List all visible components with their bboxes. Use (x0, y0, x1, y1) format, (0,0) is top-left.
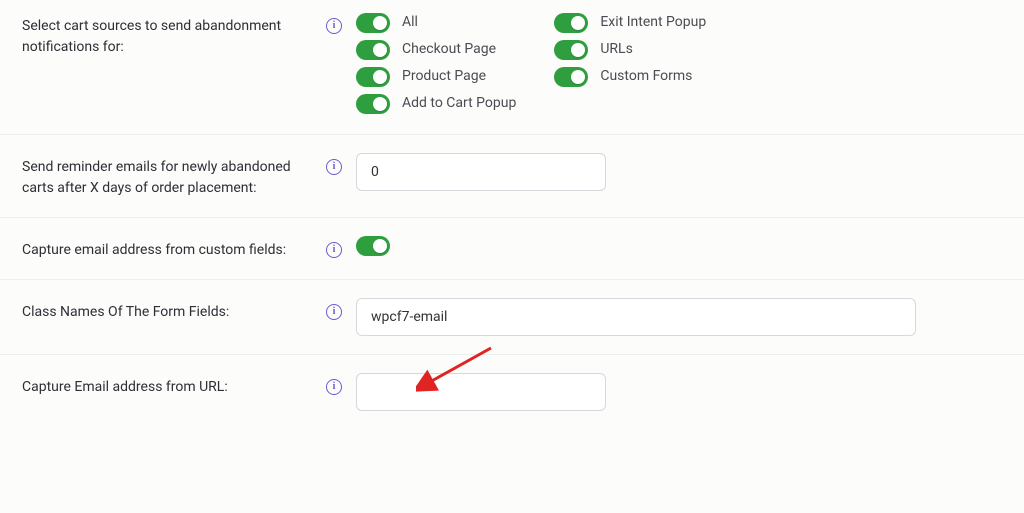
help-col: i (322, 373, 346, 395)
help-col: i (322, 298, 346, 320)
help-col: i (322, 12, 346, 34)
toggle-label: Add to Cart Popup (402, 93, 516, 114)
toggle-checkout-page: Checkout Page (356, 39, 516, 60)
toggle-switch-capture-custom[interactable] (356, 236, 390, 256)
toggle-switch-all[interactable] (356, 13, 390, 33)
label-capture-url: Capture Email address from URL: (22, 373, 322, 398)
control-capture-custom (356, 236, 1002, 256)
toggle-urls: URLs (554, 39, 706, 60)
control-reminder-days (356, 153, 1002, 191)
control-capture-url (356, 373, 1002, 411)
class-names-input[interactable] (356, 298, 916, 336)
label-capture-custom: Capture email address from custom fields… (22, 236, 322, 261)
toggle-label: Checkout Page (402, 39, 496, 60)
toggle-label: URLs (600, 39, 632, 60)
toggle-label: Exit Intent Popup (600, 12, 706, 33)
toggle-all: All (356, 12, 516, 33)
row-class-names: Class Names Of The Form Fields: i (0, 280, 1024, 355)
toggle-custom-forms: Custom Forms (554, 66, 706, 87)
toggle-column-right: Exit Intent Popup URLs Custom Forms (554, 12, 706, 114)
label-class-names: Class Names Of The Form Fields: (22, 298, 322, 323)
toggle-label: Custom Forms (600, 66, 692, 87)
toggle-add-to-cart-popup: Add to Cart Popup (356, 93, 516, 114)
info-icon[interactable]: i (326, 18, 342, 34)
help-col: i (322, 153, 346, 175)
info-icon[interactable]: i (326, 242, 342, 258)
toggle-switch-custom-forms[interactable] (554, 67, 588, 87)
toggle-group: All Checkout Page Product Page Add to Ca… (356, 12, 706, 114)
label-reminder-days: Send reminder emails for newly abandoned… (22, 153, 322, 199)
label-cart-sources: Select cart sources to send abandonment … (22, 12, 322, 58)
control-cart-sources: All Checkout Page Product Page Add to Ca… (356, 12, 1002, 114)
help-col: i (322, 236, 346, 258)
toggle-exit-intent: Exit Intent Popup (554, 12, 706, 33)
reminder-days-input[interactable] (356, 153, 606, 191)
control-class-names (356, 298, 1002, 336)
info-icon[interactable]: i (326, 379, 342, 395)
toggle-column-left: All Checkout Page Product Page Add to Ca… (356, 12, 516, 114)
capture-url-input[interactable] (356, 373, 606, 411)
row-cart-sources: Select cart sources to send abandonment … (0, 0, 1024, 135)
toggle-switch-product[interactable] (356, 67, 390, 87)
toggle-product-page: Product Page (356, 66, 516, 87)
toggle-switch-exit-intent[interactable] (554, 13, 588, 33)
info-icon[interactable]: i (326, 159, 342, 175)
toggle-switch-checkout[interactable] (356, 40, 390, 60)
toggle-switch-urls[interactable] (554, 40, 588, 60)
toggle-label: All (402, 12, 418, 33)
row-reminder-days: Send reminder emails for newly abandoned… (0, 135, 1024, 218)
info-icon[interactable]: i (326, 304, 342, 320)
toggle-switch-add-to-cart[interactable] (356, 94, 390, 114)
row-capture-url: Capture Email address from URL: i (0, 355, 1024, 429)
toggle-label: Product Page (402, 66, 486, 87)
row-capture-custom: Capture email address from custom fields… (0, 218, 1024, 280)
